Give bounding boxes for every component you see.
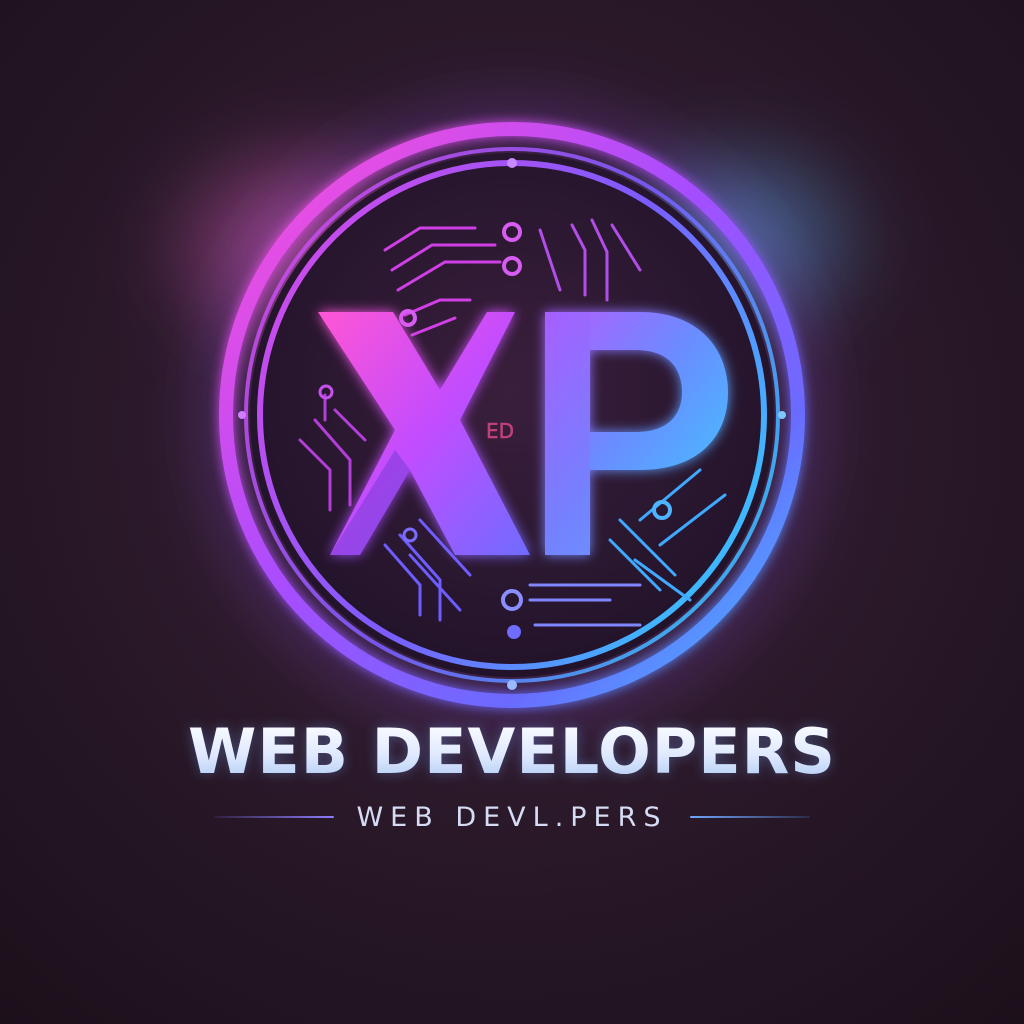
ring-dot-top — [507, 158, 517, 168]
logo-subtitle: WEB DEVL.PERS — [356, 801, 668, 833]
subtitle-rule-right — [689, 816, 810, 818]
ring-dot-left — [238, 411, 246, 419]
tiny-mark: ED — [486, 419, 514, 443]
ring-dot-bottom — [507, 680, 517, 690]
ring-dot-right — [778, 411, 786, 419]
subtitle-rule-left — [214, 816, 335, 818]
logo-title: WEB DEVELOPERS — [0, 717, 1024, 786]
subtitle-row: WEB DEVL.PERS — [0, 797, 1024, 837]
emblem-logo: ED — [140, 110, 890, 720]
